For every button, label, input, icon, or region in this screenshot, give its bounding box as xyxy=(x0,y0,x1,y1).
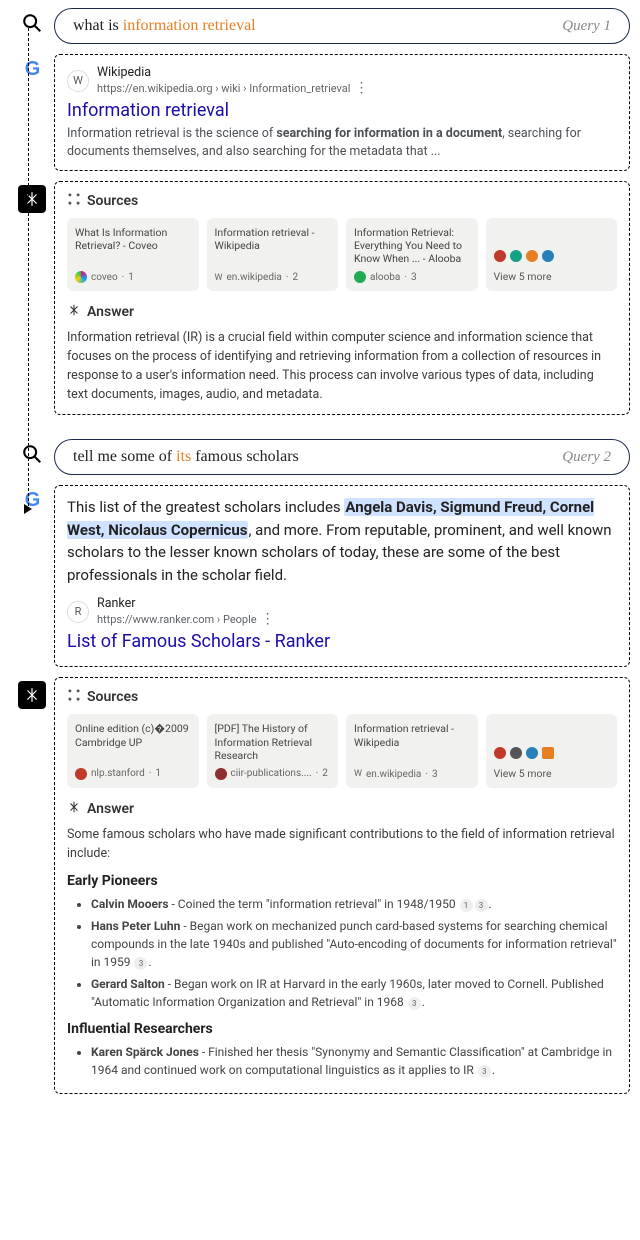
result-title-link[interactable]: List of Famous Scholars - Ranker xyxy=(67,631,617,652)
source-card[interactable]: What Is Information Retrieval? - Coveo c… xyxy=(67,218,199,291)
result-url: https://en.wikipedia.org › wiki › Inform… xyxy=(97,82,350,95)
result-snippet: Information retrieval is the science of … xyxy=(67,125,617,160)
answer-intro: Some famous scholars who have made signi… xyxy=(67,826,617,864)
sources-grid: What Is Information Retrieval? - Coveo c… xyxy=(67,218,617,291)
answer-icon xyxy=(67,800,81,818)
site-name: Wikipedia xyxy=(97,65,368,80)
sources-grid: Online edition (c)�2009 Cambridge UP nlp… xyxy=(67,714,617,787)
influential-list: Karen Spärck Jones - Finished her thesis… xyxy=(67,1043,617,1079)
source-card[interactable]: Information retrieval - Wikipedia Wen.wi… xyxy=(207,218,339,291)
citation-badge[interactable]: 3 xyxy=(134,957,147,970)
query-label: Query 1 xyxy=(562,18,611,35)
list-item: Hans Peter Luhn - Began work on mechaniz… xyxy=(91,917,617,971)
source-card[interactable]: [PDF] The History of Information Retriev… xyxy=(207,714,339,787)
sources-icon xyxy=(67,688,81,706)
kebab-icon[interactable]: ⋮ xyxy=(261,611,275,627)
sources-icon xyxy=(67,192,81,210)
source-more-card[interactable]: View 5 more xyxy=(486,218,618,291)
list-item: Karen Spärck Jones - Finished her thesis… xyxy=(91,1043,617,1079)
perplexity-logo-icon xyxy=(18,681,46,709)
answer-icon xyxy=(67,303,81,321)
site-favicon: W xyxy=(67,70,89,92)
google-logo-icon: G xyxy=(25,58,40,81)
query-text: what is xyxy=(73,17,123,34)
kebab-icon[interactable]: ⋮ xyxy=(354,80,368,96)
source-card[interactable]: Information retrieval - Wikipedia Wen.wi… xyxy=(346,714,478,787)
citation-badge[interactable]: 3 xyxy=(475,899,488,912)
citation-badge[interactable]: 1 xyxy=(460,899,473,912)
source-card[interactable]: Online edition (c)�2009 Cambridge UP nlp… xyxy=(67,714,199,787)
source-card[interactable]: Information Retrieval: Everything You Ne… xyxy=(346,218,478,291)
list-item: Calvin Mooers - Coined the term "informa… xyxy=(91,895,617,913)
query-connector-arrow xyxy=(24,504,32,514)
perplexity-logo-icon xyxy=(18,185,46,213)
query-input-2[interactable]: tell me some of its famous scholars Quer… xyxy=(54,439,630,475)
search-icon xyxy=(21,12,43,34)
query-connector-line xyxy=(28,28,29,506)
query-highlight: information retrieval xyxy=(123,17,256,34)
list-item: Gerard Salton - Began work on IR at Harv… xyxy=(91,975,617,1011)
site-name: Ranker xyxy=(97,596,275,611)
sources-heading: Sources xyxy=(87,193,138,209)
perplexity-result-panel: Sources Online edition (c)�2009 Cambridg… xyxy=(54,677,630,1094)
perplexity-result-panel: Sources What Is Information Retrieval? -… xyxy=(54,181,630,415)
result-title-link[interactable]: Information retrieval xyxy=(67,100,617,121)
query-label: Query 2 xyxy=(562,449,611,466)
answer-text: Information retrieval (IR) is a crucial … xyxy=(67,329,617,404)
site-favicon: R xyxy=(67,601,89,623)
google-result-panel: This list of the greatest scholars inclu… xyxy=(54,485,630,667)
answer-subheading: Early Pioneers xyxy=(67,873,617,889)
pioneers-list: Calvin Mooers - Coined the term "informa… xyxy=(67,895,617,1011)
citation-badge[interactable]: 3 xyxy=(478,1065,491,1078)
answer-heading: Answer xyxy=(87,801,134,817)
answer-heading: Answer xyxy=(87,304,134,320)
citation-badge[interactable]: 3 xyxy=(408,997,421,1010)
source-more-card[interactable]: View 5 more xyxy=(486,714,618,787)
featured-snippet: This list of the greatest scholars inclu… xyxy=(67,496,617,586)
answer-subheading: Influential Researchers xyxy=(67,1021,617,1037)
google-result-panel: W Wikipedia https://en.wikipedia.org › w… xyxy=(54,54,630,171)
sources-heading: Sources xyxy=(87,689,138,705)
query-input-1[interactable]: what is information retrieval Query 1 xyxy=(54,8,630,44)
result-url: https://www.ranker.com › People xyxy=(97,613,257,626)
search-icon xyxy=(21,443,43,465)
